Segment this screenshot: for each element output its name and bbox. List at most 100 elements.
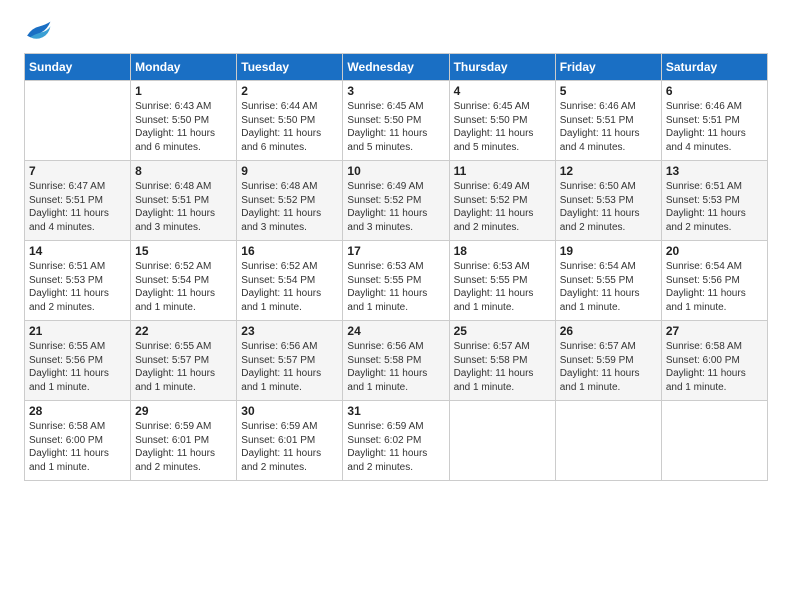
calendar-cell [449, 401, 555, 481]
day-number: 13 [666, 164, 763, 178]
day-info: Sunrise: 6:45 AMSunset: 5:50 PMDaylight:… [454, 100, 551, 154]
day-number: 1 [135, 84, 232, 98]
calendar-cell [25, 81, 131, 161]
day-number: 17 [347, 244, 444, 258]
calendar-cell: 24 Sunrise: 6:56 AMSunset: 5:58 PMDayligh… [343, 321, 449, 401]
calendar-header-row: SundayMondayTuesdayWednesdayThursdayFrid… [25, 54, 768, 81]
day-number: 31 [347, 404, 444, 418]
day-number: 23 [241, 324, 338, 338]
day-info: Sunrise: 6:48 AMSunset: 5:51 PMDaylight:… [135, 180, 232, 234]
calendar-header-thursday: Thursday [449, 54, 555, 81]
calendar-cell: 31 Sunrise: 6:59 AMSunset: 6:02 PMDayligh… [343, 401, 449, 481]
calendar-cell: 15 Sunrise: 6:52 AMSunset: 5:54 PMDayligh… [131, 241, 237, 321]
day-info: Sunrise: 6:43 AMSunset: 5:50 PMDaylight:… [135, 100, 232, 154]
day-info: Sunrise: 6:53 AMSunset: 5:55 PMDaylight:… [347, 260, 444, 314]
day-number: 6 [666, 84, 763, 98]
calendar-cell: 13 Sunrise: 6:51 AMSunset: 5:53 PMDayligh… [661, 161, 767, 241]
day-number: 12 [560, 164, 657, 178]
day-number: 3 [347, 84, 444, 98]
day-info: Sunrise: 6:54 AMSunset: 5:56 PMDaylight:… [666, 260, 763, 314]
day-number: 11 [454, 164, 551, 178]
calendar-cell: 25 Sunrise: 6:57 AMSunset: 5:58 PMDayligh… [449, 321, 555, 401]
calendar-header-monday: Monday [131, 54, 237, 81]
calendar-cell: 12 Sunrise: 6:50 AMSunset: 5:53 PMDayligh… [555, 161, 661, 241]
day-number: 14 [29, 244, 126, 258]
day-number: 25 [454, 324, 551, 338]
day-info: Sunrise: 6:55 AMSunset: 5:57 PMDaylight:… [135, 340, 232, 394]
day-number: 22 [135, 324, 232, 338]
day-number: 21 [29, 324, 126, 338]
logo [24, 20, 56, 47]
calendar-cell: 21Sunrise: 6:55 AMSunset: 5:56 PMDayligh… [25, 321, 131, 401]
day-info: Sunrise: 6:57 AMSunset: 5:59 PMDaylight:… [560, 340, 657, 394]
calendar-cell: 18Sunrise: 6:53 AMSunset: 5:55 PMDayligh… [449, 241, 555, 321]
day-info: Sunrise: 6:52 AMSunset: 5:54 PMDaylight:… [241, 260, 338, 314]
calendar-cell: 1 Sunrise: 6:43 AMSunset: 5:50 PMDaylight… [131, 81, 237, 161]
day-info: Sunrise: 6:53 AMSunset: 5:55 PMDaylight:… [454, 260, 551, 314]
day-number: 5 [560, 84, 657, 98]
day-number: 15 [135, 244, 232, 258]
calendar-cell [555, 401, 661, 481]
calendar-week-row: 28 Sunrise: 6:58 AMSunset: 6:00 PMDayligh… [25, 401, 768, 481]
calendar-cell: 30Sunrise: 6:59 AMSunset: 6:01 PMDayligh… [237, 401, 343, 481]
calendar-week-row: 21Sunrise: 6:55 AMSunset: 5:56 PMDayligh… [25, 321, 768, 401]
day-info: Sunrise: 6:47 AMSunset: 5:51 PMDaylight:… [29, 180, 126, 234]
calendar-cell: 2 Sunrise: 6:44 AMSunset: 5:50 PMDaylight… [237, 81, 343, 161]
calendar-cell: 28 Sunrise: 6:58 AMSunset: 6:00 PMDayligh… [25, 401, 131, 481]
day-info: Sunrise: 6:49 AMSunset: 5:52 PMDaylight:… [454, 180, 551, 234]
calendar-header-saturday: Saturday [661, 54, 767, 81]
day-info: Sunrise: 6:56 AMSunset: 5:58 PMDaylight:… [347, 340, 444, 394]
page-header [24, 20, 768, 47]
day-number: 9 [241, 164, 338, 178]
calendar-cell: 27Sunrise: 6:58 AMSunset: 6:00 PMDayligh… [661, 321, 767, 401]
calendar-cell: 14Sunrise: 6:51 AMSunset: 5:53 PMDayligh… [25, 241, 131, 321]
day-number: 16 [241, 244, 338, 258]
calendar-cell: 17 Sunrise: 6:53 AMSunset: 5:55 PMDayligh… [343, 241, 449, 321]
calendar-cell [661, 401, 767, 481]
calendar-cell: 22 Sunrise: 6:55 AMSunset: 5:57 PMDayligh… [131, 321, 237, 401]
calendar-cell: 29Sunrise: 6:59 AMSunset: 6:01 PMDayligh… [131, 401, 237, 481]
calendar-cell: 23 Sunrise: 6:56 AMSunset: 5:57 PMDayligh… [237, 321, 343, 401]
day-info: Sunrise: 6:50 AMSunset: 5:53 PMDaylight:… [560, 180, 657, 234]
calendar-cell: 19Sunrise: 6:54 AMSunset: 5:55 PMDayligh… [555, 241, 661, 321]
calendar-table: SundayMondayTuesdayWednesdayThursdayFrid… [24, 53, 768, 481]
day-info: Sunrise: 6:54 AMSunset: 5:55 PMDaylight:… [560, 260, 657, 314]
day-info: Sunrise: 6:51 AMSunset: 5:53 PMDaylight:… [666, 180, 763, 234]
calendar-cell: 5 Sunrise: 6:46 AMSunset: 5:51 PMDaylight… [555, 81, 661, 161]
day-number: 7 [29, 164, 126, 178]
calendar-cell: 20 Sunrise: 6:54 AMSunset: 5:56 PMDayligh… [661, 241, 767, 321]
calendar-cell: 4 Sunrise: 6:45 AMSunset: 5:50 PMDaylight… [449, 81, 555, 161]
calendar-cell: 16 Sunrise: 6:52 AMSunset: 5:54 PMDayligh… [237, 241, 343, 321]
calendar-header-tuesday: Tuesday [237, 54, 343, 81]
calendar-header-sunday: Sunday [25, 54, 131, 81]
day-number: 28 [29, 404, 126, 418]
day-info: Sunrise: 6:59 AMSunset: 6:01 PMDaylight:… [135, 420, 232, 474]
day-number: 10 [347, 164, 444, 178]
day-number: 2 [241, 84, 338, 98]
day-info: Sunrise: 6:52 AMSunset: 5:54 PMDaylight:… [135, 260, 232, 314]
day-number: 20 [666, 244, 763, 258]
day-info: Sunrise: 6:59 AMSunset: 6:02 PMDaylight:… [347, 420, 444, 474]
day-info: Sunrise: 6:56 AMSunset: 5:57 PMDaylight:… [241, 340, 338, 394]
day-info: Sunrise: 6:58 AMSunset: 6:00 PMDaylight:… [29, 420, 126, 474]
day-info: Sunrise: 6:48 AMSunset: 5:52 PMDaylight:… [241, 180, 338, 234]
calendar-cell: 3 Sunrise: 6:45 AMSunset: 5:50 PMDaylight… [343, 81, 449, 161]
day-number: 24 [347, 324, 444, 338]
calendar-cell: 9 Sunrise: 6:48 AMSunset: 5:52 PMDaylight… [237, 161, 343, 241]
calendar-header-wednesday: Wednesday [343, 54, 449, 81]
day-number: 8 [135, 164, 232, 178]
day-info: Sunrise: 6:57 AMSunset: 5:58 PMDaylight:… [454, 340, 551, 394]
day-info: Sunrise: 6:46 AMSunset: 5:51 PMDaylight:… [560, 100, 657, 154]
calendar-cell: 26 Sunrise: 6:57 AMSunset: 5:59 PMDayligh… [555, 321, 661, 401]
day-number: 30 [241, 404, 338, 418]
day-info: Sunrise: 6:44 AMSunset: 5:50 PMDaylight:… [241, 100, 338, 154]
calendar-cell: 11 Sunrise: 6:49 AMSunset: 5:52 PMDayligh… [449, 161, 555, 241]
day-number: 4 [454, 84, 551, 98]
calendar-week-row: 1 Sunrise: 6:43 AMSunset: 5:50 PMDaylight… [25, 81, 768, 161]
calendar-week-row: 7 Sunrise: 6:47 AMSunset: 5:51 PMDaylight… [25, 161, 768, 241]
day-number: 26 [560, 324, 657, 338]
day-info: Sunrise: 6:58 AMSunset: 6:00 PMDaylight:… [666, 340, 763, 394]
day-info: Sunrise: 6:45 AMSunset: 5:50 PMDaylight:… [347, 100, 444, 154]
calendar-header-friday: Friday [555, 54, 661, 81]
calendar-cell: 7 Sunrise: 6:47 AMSunset: 5:51 PMDaylight… [25, 161, 131, 241]
